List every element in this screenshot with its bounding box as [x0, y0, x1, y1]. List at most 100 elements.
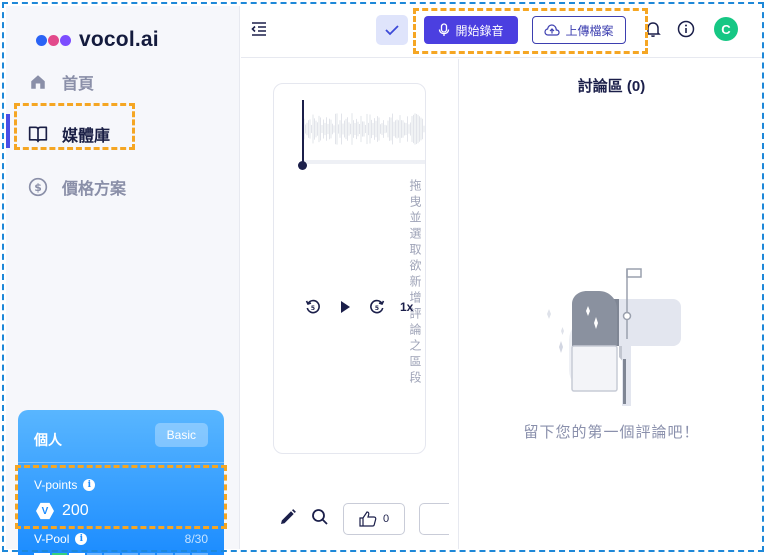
waveform-bar — [350, 123, 351, 135]
empty-mailbox-illustration — [547, 268, 681, 406]
waveform-bar — [404, 122, 405, 136]
waveform-bar — [323, 119, 324, 139]
collapse-sidebar-icon[interactable] — [251, 22, 271, 40]
info-icon[interactable]: i — [83, 479, 96, 491]
brand-name: vocol.ai — [79, 28, 159, 51]
waveform-bar — [378, 117, 380, 141]
waveform-bar — [339, 120, 341, 138]
waveform-bar — [407, 116, 408, 142]
sidebar-item-home[interactable]: 首頁 — [28, 70, 94, 94]
sidebar-item-label: 首頁 — [62, 76, 95, 93]
waveform-bar — [416, 113, 417, 145]
waveform-bar — [326, 117, 327, 141]
waveform-bar — [413, 114, 414, 144]
brand-logo[interactable]: vocol.ai — [36, 28, 159, 52]
top-bar: 開始錄音 上傳檔案 C — [241, 6, 764, 58]
cloud-upload-icon — [544, 24, 561, 36]
start-recording-button[interactable]: 開始錄音 — [424, 16, 518, 44]
svg-text:5: 5 — [375, 305, 379, 312]
waveform-bar — [392, 113, 393, 145]
svg-text:$: $ — [34, 181, 42, 194]
vpoints-amount: 200 — [62, 502, 89, 519]
sidebar-item-media-library[interactable]: 媒體庫 — [28, 122, 110, 146]
info-icon[interactable]: i — [75, 533, 88, 545]
select-segment-hint: 拖曳並選取欲新增評論之區段 — [408, 179, 422, 387]
media-panel: 拖曳並選取欲新增評論之區段 5 5 1x 0 — [241, 59, 458, 549]
waveform-bar — [368, 122, 369, 136]
vpoints-value: V 200 — [36, 502, 89, 520]
check-icon — [385, 25, 399, 36]
waveform-bar — [395, 120, 396, 138]
waveform-bar — [306, 122, 308, 136]
vpoints-label-text: V-points — [34, 478, 78, 492]
like-count: 0 — [382, 513, 390, 525]
waveform-bar — [309, 119, 311, 139]
waveform-bar — [387, 120, 389, 138]
plan-card: 個人 Basic V-points i V 200 V-Pool i 8/30 — [18, 410, 224, 555]
waveform-bar — [321, 125, 323, 133]
waveform-bar — [417, 114, 419, 144]
dollar-icon: $ — [28, 177, 48, 197]
waveform-bar — [414, 113, 416, 145]
waveform-bar — [410, 122, 411, 136]
waveform-track[interactable] — [302, 160, 425, 164]
home-icon — [28, 72, 48, 92]
upload-file-label: 上傳檔案 — [565, 23, 614, 38]
waveform-bar — [354, 122, 356, 136]
waveform-bar — [389, 117, 390, 141]
waveform-bar — [359, 124, 360, 134]
audio-player-card: 拖曳並選取欲新增評論之區段 5 5 1x — [273, 83, 426, 454]
check-button[interactable] — [376, 15, 408, 45]
waveform-bar — [362, 121, 363, 137]
waveform-bar — [363, 121, 365, 137]
microphone-icon — [439, 23, 450, 36]
waveform[interactable] — [302, 104, 426, 154]
waveform-bar — [348, 122, 350, 136]
waveform-bar — [327, 123, 329, 135]
waveform-bar — [353, 120, 354, 138]
start-recording-label: 開始錄音 — [455, 23, 504, 38]
info-circle-icon[interactable] — [677, 20, 697, 40]
svg-text:5: 5 — [311, 305, 315, 312]
sidebar: vocol.ai 首頁 媒體庫 $ 價格方案 個人 Basic V-points… — [6, 6, 240, 555]
waveform-bar — [386, 125, 387, 133]
waveform-bar — [332, 123, 333, 135]
waveform-bar — [420, 117, 422, 141]
active-indicator — [6, 114, 10, 148]
waveform-bar — [398, 120, 399, 138]
plan-title: 個人 — [34, 432, 62, 448]
forward-5-icon[interactable]: 5 — [368, 298, 386, 316]
waveform-bar — [315, 120, 317, 138]
waveform-bar — [314, 118, 315, 140]
search-icon[interactable] — [311, 508, 329, 531]
plan-badge[interactable]: Basic — [154, 423, 208, 447]
waveform-bar — [320, 117, 321, 141]
sidebar-item-pricing[interactable]: $ 價格方案 — [28, 175, 126, 199]
avatar[interactable]: C — [714, 17, 738, 41]
waveform-bar — [324, 122, 326, 136]
waveform-bar — [365, 124, 366, 134]
playback-speed[interactable]: 1x — [400, 300, 413, 314]
waveform-bar — [342, 123, 344, 135]
waveform-bar — [369, 114, 371, 144]
waveform-bar — [371, 119, 372, 139]
more-button[interactable] — [419, 503, 449, 535]
empty-discussion-text: 留下您的第一個評論吧！ — [523, 424, 700, 441]
waveform-bar — [311, 124, 312, 134]
waveform-bar — [351, 113, 353, 145]
upload-file-button[interactable]: 上傳檔案 — [532, 16, 626, 44]
playhead-line[interactable] — [302, 100, 304, 166]
like-button[interactable]: 0 — [343, 503, 405, 535]
playhead-handle[interactable] — [298, 161, 307, 170]
waveform-bar — [383, 120, 384, 138]
rewind-5-icon[interactable]: 5 — [304, 298, 322, 316]
waveform-bar — [422, 118, 423, 140]
waveform-bar — [345, 118, 347, 140]
play-icon[interactable] — [336, 298, 354, 316]
waveform-bar — [377, 116, 378, 142]
waveform-bar — [344, 120, 345, 138]
bell-icon[interactable] — [644, 20, 664, 40]
pencil-icon[interactable] — [279, 508, 297, 531]
discussion-title: 討論區 (0) — [577, 78, 646, 95]
waveform-bar — [372, 122, 374, 136]
